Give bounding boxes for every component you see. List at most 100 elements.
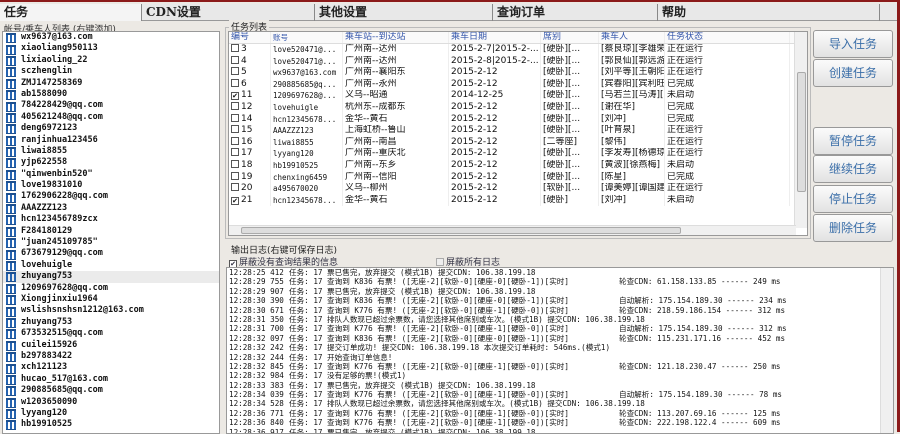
table-row[interactable]: 3 love520471@... 广州南--达州 2015-2-7|2015-2-..…	[229, 44, 807, 56]
bank-icon	[6, 204, 16, 215]
account-item[interactable]: 1209697628@qq.com	[3, 283, 219, 294]
row-checkbox[interactable]	[231, 183, 239, 192]
cell-account: 290885685@q...	[271, 78, 343, 91]
account-item[interactable]: xch121123	[3, 362, 219, 374]
row-checkbox[interactable]	[231, 125, 239, 134]
account-item[interactable]: lyyang120	[3, 408, 219, 420]
account-item[interactable]: "qinwenbin520"	[3, 169, 219, 180]
account-item[interactable]: F284180129	[3, 226, 219, 237]
row-checkbox[interactable]: ✔	[231, 196, 239, 205]
column-header[interactable]: 账号	[271, 32, 343, 43]
cell-route: 杭州东--成都东	[343, 101, 449, 114]
row-checkbox[interactable]	[231, 78, 239, 87]
table-row[interactable]: 19 chenxing6459 广州南--信阳 2015-2-12 [硬卧][... [陈…	[229, 171, 807, 184]
cell-seat: [二等座]	[541, 136, 599, 149]
account-item[interactable]: hcn123456789zcx	[3, 214, 219, 226]
account-item[interactable]: zhuyang753	[3, 317, 219, 328]
account-item[interactable]: 784228429@qq.com	[3, 100, 219, 112]
table-row[interactable]: 14 hcn12345678... 金华--黄石 2015-2-12 [硬卧][...[…	[229, 113, 807, 126]
account-item[interactable]: 405621248@qq.com	[3, 112, 219, 123]
row-checkbox[interactable]	[231, 44, 239, 52]
row-checkbox[interactable]	[231, 101, 239, 110]
table-row[interactable]: 4 love520471@... 广州南--达州 2015-2-8|2015-2-..…	[229, 55, 807, 68]
table-row[interactable]: 18 hb19910525 广州南--东乡 2015-2-12 [硬卧][... [黄波]…	[229, 159, 807, 172]
account-item[interactable]: xiaoliang950113	[3, 43, 219, 55]
account-item[interactable]: hucao_517@163.com	[3, 374, 219, 385]
account-item[interactable]: yjp622558	[3, 157, 219, 169]
create-task-button[interactable]: 创建任务	[813, 59, 893, 87]
table-row[interactable]: ✔ 11 1209697628@... 义乌--昭通 2014-12-25 [硬卧][..…	[229, 90, 807, 102]
account-item[interactable]: wx9637@163.com	[3, 32, 219, 44]
account-item[interactable]: ranjinhua123456	[3, 135, 219, 146]
row-checkbox[interactable]	[231, 136, 239, 145]
delete-task-button[interactable]: 删除任务	[813, 214, 893, 242]
import-task-button[interactable]: 导入任务	[813, 30, 893, 58]
account-item[interactable]: w1203650090	[3, 397, 219, 408]
row-checkbox[interactable]	[231, 148, 239, 157]
account-item[interactable]: zhuyang753	[3, 271, 219, 283]
account-list[interactable]: wx9637@163.com xiaoliang950113 lixiaoling_…	[2, 31, 220, 434]
account-item[interactable]: Xiongjinxiu1964	[3, 294, 219, 306]
column-header[interactable]: 席别	[541, 32, 599, 43]
row-checkbox[interactable]	[231, 55, 239, 64]
column-header[interactable]: 乘车日期	[449, 32, 541, 43]
table-row[interactable]: 12 lovehuigle 杭州东--成都东 2015-2-12 [硬卧][... [谢在…	[229, 101, 807, 114]
account-item[interactable]: ZMJ147258369	[3, 78, 219, 89]
pause-task-button[interactable]: 暂停任务	[813, 127, 893, 155]
task-table-vscrollbar[interactable]	[794, 32, 807, 228]
cell-date: 2014-12-25	[449, 90, 541, 102]
tab-other-settings[interactable]: 其他设置	[315, 4, 493, 21]
log-output[interactable]: 12:28:25 412 任务: 17 票已售完，放弃提交 (模式1B) 提交CD…	[226, 267, 894, 434]
table-header: 编号 账号 乘车站--到达站 乘车日期 席别 乘车人 任务状态	[229, 32, 807, 44]
cell-date: 2015-2-12	[449, 171, 541, 184]
row-checkbox[interactable]	[231, 113, 239, 122]
bank-icon	[6, 386, 16, 397]
account-item[interactable]: love19831010	[3, 180, 219, 192]
account-item[interactable]: 290885685@qq.com	[3, 385, 219, 397]
task-table-hscrollbar[interactable]	[229, 225, 796, 235]
tab-cdn-settings[interactable]: CDN设置	[142, 4, 315, 21]
cell-status: 正在运行	[665, 136, 790, 149]
account-item[interactable]: deng6972123	[3, 123, 219, 135]
stop-task-button[interactable]: 停止任务	[813, 185, 893, 213]
table-row[interactable]: 15 AAAZZZ123 上海虹桥--鲁山 2015-2-12 [硬卧][... [叶育泉…	[229, 125, 807, 137]
account-item[interactable]: liwai8855	[3, 146, 219, 158]
resume-task-button[interactable]: 继续任务	[813, 155, 893, 183]
account-item[interactable]: hb19910525	[3, 419, 219, 431]
cell-account: love520471@...	[271, 55, 343, 68]
account-item[interactable]: cuilei15926	[3, 340, 219, 351]
column-header[interactable]: 乘车人	[599, 32, 665, 43]
cell-account: a495670020	[271, 183, 343, 195]
tab-tasks[interactable]: 任务	[0, 4, 142, 21]
column-header[interactable]: 乘车站--到达站	[343, 32, 449, 43]
row-checkbox[interactable]	[231, 171, 239, 180]
table-row[interactable]: 17 lyyang120 广州南--重庆北 2015-2-12 [硬卧][... [李发寿…	[229, 148, 807, 160]
bank-icon	[6, 124, 16, 135]
table-row[interactable]: 16 liwai8855 广州南--南昌 2015-2-12 [二等座] [黎伟] 正在运行	[229, 136, 807, 149]
account-item[interactable]: sczhenglin	[3, 66, 219, 78]
bank-icon	[6, 363, 16, 374]
account-item[interactable]: "juan245109785"	[3, 237, 219, 249]
table-row[interactable]: 20 a495670020 义乌--柳州 2015-2-12 [软卧][... [谭美婷]…	[229, 183, 807, 195]
table-row[interactable]: 6 290885685@q... 广州南--永州 2015-2-12 [硬卧][...[…	[229, 78, 807, 91]
column-header[interactable]: 任务状态	[665, 32, 790, 43]
account-item[interactable]: 673532515@qq.com	[3, 328, 219, 340]
row-checkbox[interactable]	[231, 159, 239, 168]
account-item[interactable]: b297883422	[3, 351, 219, 363]
account-item[interactable]: AAAZZZ123	[3, 203, 219, 215]
account-item[interactable]: lixiaoling_22	[3, 55, 219, 66]
log-vscrollbar[interactable]	[880, 268, 893, 433]
tab-query-orders[interactable]: 查询订单	[493, 4, 658, 21]
cell-account: AAAZZZ123	[271, 125, 343, 137]
table-row[interactable]: 5 wx9637@163.com 广州南--襄阳东 2015-2-12 [硬卧][...…	[229, 67, 807, 79]
row-checkbox[interactable]	[231, 67, 239, 76]
account-item[interactable]: 1762906228@qq.com	[3, 191, 219, 203]
account-item[interactable]: ab1588090	[3, 89, 219, 101]
tab-help[interactable]: 帮助	[658, 4, 880, 21]
column-header[interactable]: 编号	[229, 32, 271, 43]
account-item[interactable]: wslishsnshsn1212@163.com	[3, 305, 219, 317]
account-item[interactable]: lovehuigle	[3, 260, 219, 271]
account-item[interactable]: 673679129@qq.com	[3, 248, 219, 260]
row-checkbox[interactable]: ✔	[231, 92, 239, 101]
table-row[interactable]: ✔ 21 hcn12345678... 金华--黄石 2015-2-12 [硬卧] [刘冲]…	[229, 194, 807, 207]
